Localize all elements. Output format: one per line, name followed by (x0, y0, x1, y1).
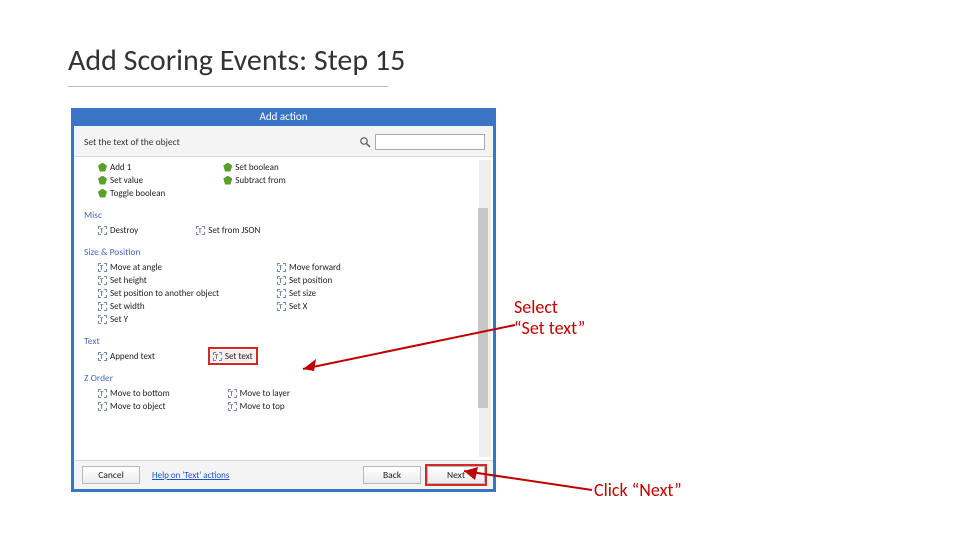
var-icon (98, 189, 107, 198)
action-item[interactable]: Destroy (96, 224, 140, 236)
category-z-order: Z Order (84, 372, 493, 384)
action-item[interactable]: Set value (96, 174, 167, 186)
action-item[interactable]: Move forward (275, 261, 343, 273)
text-icon (98, 352, 107, 361)
action-label: Set X (289, 301, 307, 312)
action-item[interactable]: Subtract from (221, 174, 287, 186)
action-item[interactable]: Move at angle (96, 261, 221, 273)
action-label: Move at angle (110, 262, 162, 273)
title-underline (68, 86, 388, 87)
action-label: Toggle boolean (110, 188, 165, 199)
action-description: Set the text of the object (84, 136, 359, 148)
action-item[interactable]: Move to object (96, 400, 172, 412)
action-item[interactable]: Set size (275, 287, 343, 299)
action-label: Set width (110, 301, 145, 312)
action-item[interactable]: Toggle boolean (96, 187, 167, 199)
action-label: Move to top (240, 401, 285, 412)
action-label: Set Y (110, 314, 128, 325)
category-misc: Misc (84, 209, 493, 221)
text-icon (98, 263, 107, 272)
scrollbar-thumb[interactable] (478, 208, 488, 408)
arrow-to-set-text (300, 313, 530, 373)
action-label: Set from JSON (208, 225, 260, 236)
text-icon (98, 226, 107, 235)
action-item[interactable]: Set width (96, 300, 221, 312)
text-icon (277, 276, 286, 285)
action-item-append-text[interactable]: Append text (96, 350, 157, 362)
action-label: Set value (110, 175, 143, 186)
text-icon (98, 402, 107, 411)
action-item-set-text[interactable]: Set text (211, 350, 255, 362)
var-icon (223, 163, 232, 172)
action-label: Set size (289, 288, 316, 299)
action-label: Add 1 (110, 162, 131, 173)
text-icon (213, 352, 222, 361)
action-label: Set position (289, 275, 332, 286)
action-label: Move forward (289, 262, 341, 273)
action-list: Add 1 Set value Toggle boolean Set boole… (74, 157, 493, 460)
action-item[interactable]: Move to bottom (96, 387, 172, 399)
text-icon (98, 389, 107, 398)
help-link[interactable]: Help on 'Text' actions (152, 470, 229, 481)
action-label: Move to object (110, 401, 166, 412)
action-label: Set boolean (235, 162, 278, 173)
text-icon (228, 402, 237, 411)
category-size-position: Size & Position (84, 246, 493, 258)
var-icon (98, 163, 107, 172)
action-label: Set height (110, 275, 147, 286)
action-item[interactable]: Set from JSON (194, 224, 262, 236)
action-item[interactable]: Set X (275, 300, 343, 312)
slide-title: Add Scoring Events: Step 15 (68, 42, 405, 79)
annotation-text: Next (632, 479, 682, 501)
search-input[interactable] (375, 134, 485, 150)
search-row: Set the text of the object (74, 126, 493, 157)
action-label: Set position to another object (110, 288, 219, 299)
scrollbar-track[interactable] (479, 160, 491, 457)
search-icon (359, 136, 371, 148)
text-icon (98, 276, 107, 285)
action-item[interactable]: Set Y (96, 313, 221, 325)
action-item[interactable]: Set height (96, 274, 221, 286)
action-label: Set text (225, 351, 253, 362)
arrow-to-next (460, 465, 605, 500)
dialog-title: Add action (71, 108, 496, 126)
action-label: Destroy (110, 225, 138, 236)
action-item[interactable]: Set position to another object (96, 287, 221, 299)
action-label: Move to layer (240, 388, 290, 399)
action-item[interactable]: Add 1 (96, 161, 167, 173)
text-icon (277, 302, 286, 311)
action-item[interactable]: Move to top (226, 400, 292, 412)
dialog-body: Set the text of the object Add 1 Set val… (74, 126, 493, 489)
text-icon (196, 226, 205, 235)
back-button[interactable]: Back (363, 466, 421, 484)
action-item[interactable]: Set boolean (221, 161, 287, 173)
action-item[interactable]: Move to layer (226, 387, 292, 399)
var-icon (98, 176, 107, 185)
action-label: Append text (110, 351, 155, 362)
text-icon (277, 289, 286, 298)
text-icon (98, 302, 107, 311)
action-label: Subtract from (235, 175, 285, 186)
button-row: Cancel Help on 'Text' actions Back Next (74, 460, 493, 489)
add-action-dialog: Add action Set the text of the object Ad… (71, 108, 496, 492)
text-icon (98, 315, 107, 324)
cancel-button[interactable]: Cancel (82, 466, 140, 484)
action-label: Move to bottom (110, 388, 170, 399)
annotation-click-next: Click Next (594, 480, 682, 501)
action-item[interactable]: Set position (275, 274, 343, 286)
var-icon (223, 176, 232, 185)
text-icon (228, 389, 237, 398)
text-icon (98, 289, 107, 298)
text-icon (277, 263, 286, 272)
